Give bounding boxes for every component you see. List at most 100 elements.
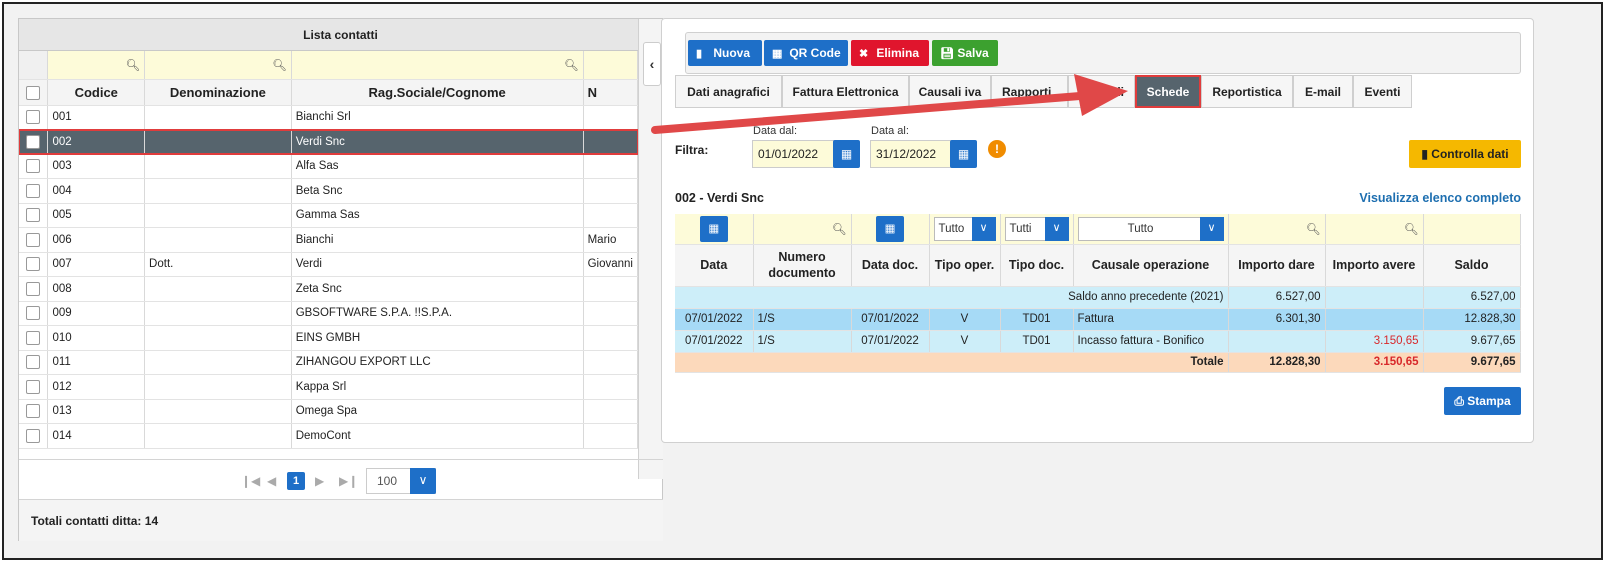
cell-numero: 1/S — [753, 330, 852, 353]
table-row[interactable]: 07/01/2022 1/S 07/01/2022 V TD01 Incasso… — [675, 330, 1521, 353]
col-header-data-doc[interactable]: Data doc. — [851, 244, 930, 287]
tab-causali-iva[interactable]: Causali iva — [909, 75, 991, 108]
last-page-icon[interactable]: ▶❙ — [339, 474, 358, 488]
col-header-numero[interactable]: Numero documento — [753, 244, 852, 287]
tab-commerciali[interactable]: rciali — [1068, 75, 1135, 108]
col-header-tipo-oper[interactable]: Tipo oper. — [929, 244, 1001, 287]
col-header-causale[interactable]: Causale operazione — [1073, 244, 1229, 287]
tab-eventi[interactable]: Eventi — [1353, 75, 1412, 108]
tab-fattura-elettronica[interactable]: Fattura Elettronica — [782, 75, 909, 108]
date-to-field[interactable]: 31/12/2022 — [870, 140, 952, 168]
filter-codice[interactable]: 🔍︎ — [47, 51, 146, 80]
table-row[interactable]: 006 Bianchi Mario — [19, 227, 638, 253]
col-header-tipo-doc[interactable]: Tipo doc. — [1000, 244, 1074, 287]
next-page-icon[interactable]: ▶ — [315, 474, 324, 488]
col-header-denominazione[interactable]: Denominazione — [144, 79, 292, 106]
select-all-checkbox[interactable] — [19, 79, 49, 106]
chevron-down-icon[interactable]: ∨ — [1199, 216, 1224, 241]
table-row[interactable]: 010 EINS GMBH — [19, 325, 638, 351]
filter-tipo-doc[interactable]: Tutti ∨ — [1000, 214, 1074, 245]
col-header-nome[interactable]: N — [583, 79, 638, 106]
row-checkbox[interactable] — [19, 325, 49, 351]
cell-dare: 6.301,30 — [1228, 308, 1326, 331]
col-header-dare[interactable]: Importo dare — [1228, 244, 1326, 287]
table-row[interactable]: 013 Omega Spa — [19, 399, 638, 424]
tab-reportistica[interactable]: Reportistica — [1201, 75, 1293, 108]
row-checkbox[interactable] — [19, 350, 49, 375]
row-checkbox[interactable] — [19, 374, 49, 400]
cell-denominazione — [144, 325, 292, 351]
cell-ragione: DemoCont — [291, 423, 584, 449]
row-checkbox[interactable] — [19, 276, 49, 302]
cell-nome — [583, 276, 638, 302]
col-header-ragione[interactable]: Rag.Sociale/Cognome — [291, 79, 584, 106]
col-header-data[interactable]: Data — [675, 244, 754, 287]
qr-code-label: QR Code — [789, 46, 841, 60]
table-row[interactable]: 014 DemoCont — [19, 423, 638, 449]
filter-avere[interactable]: 🔍︎ — [1325, 214, 1424, 245]
table-row[interactable]: 005 Gamma Sas — [19, 203, 638, 228]
salva-button[interactable]: 💾︎ Salva — [932, 40, 998, 66]
nuova-button[interactable]: ▮ Nuova — [688, 40, 762, 66]
vertical-scrollbar[interactable] — [638, 19, 663, 479]
tab-dati-anagrafici[interactable]: Dati anagrafici — [675, 75, 782, 108]
row-checkbox[interactable] — [19, 423, 49, 449]
calendar-icon[interactable]: ▦ — [876, 215, 904, 242]
qr-code-button[interactable]: ▦ QR Code — [764, 40, 848, 66]
filter-numero[interactable]: 🔍︎ — [753, 214, 852, 245]
table-row[interactable]: 007 Dott. Verdi Giovanni — [19, 252, 638, 277]
tab-rapporti[interactable]: Rapporti — [991, 75, 1068, 108]
first-page-icon[interactable]: ❙◀ — [241, 474, 260, 488]
filter-ragione[interactable]: 🔍︎ — [291, 51, 584, 80]
table-row[interactable]: 011 ZIHANGOU EXPORT LLC — [19, 350, 638, 375]
filter-data[interactable]: ▦ — [675, 214, 754, 245]
elimina-button[interactable]: ✖ Elimina — [851, 40, 929, 66]
filter-denominazione[interactable]: 🔍︎ — [144, 51, 292, 80]
totals-label: Totale — [675, 352, 1229, 373]
info-icon[interactable]: ! — [988, 140, 1006, 158]
tab-schede[interactable]: Schede — [1135, 75, 1201, 108]
filter-data-doc[interactable]: ▦ — [851, 214, 930, 245]
current-page[interactable]: 1 — [287, 472, 305, 490]
row-checkbox[interactable] — [19, 399, 49, 424]
row-checkbox[interactable] — [19, 178, 49, 204]
calendar-icon[interactable]: ▦ — [699, 215, 728, 242]
row-checkbox[interactable] — [19, 154, 49, 179]
table-row[interactable]: 003 Alfa Sas — [19, 154, 638, 179]
scheda-table: ▦ 🔍︎ ▦ Tutto ∨ Tutti ∨ Tutto ∨ 🔍︎ 🔍︎ Data N… — [675, 214, 1521, 373]
search-icon: 🔍︎ — [1305, 223, 1321, 236]
chevron-down-icon[interactable]: ∨ — [971, 216, 996, 241]
table-row[interactable]: 012 Kappa Srl — [19, 374, 638, 400]
row-checkbox[interactable] — [19, 203, 49, 228]
col-header-codice[interactable]: Codice — [47, 79, 146, 106]
filter-nome[interactable] — [583, 51, 638, 80]
col-header-saldo[interactable]: Saldo — [1423, 244, 1521, 287]
tab-email[interactable]: E-mail — [1293, 75, 1353, 108]
calendar-icon[interactable]: ▦ — [950, 140, 977, 168]
calendar-icon[interactable]: ▦ — [833, 140, 860, 168]
page-size-select[interactable]: 100 ∨ — [366, 468, 436, 494]
col-header-avere[interactable]: Importo avere — [1325, 244, 1424, 287]
row-checkbox[interactable] — [19, 227, 49, 253]
visualizza-elenco-link[interactable]: Visualizza elenco completo — [1359, 191, 1521, 205]
stampa-button[interactable]: ⎙ Stampa — [1444, 387, 1521, 415]
row-checkbox[interactable] — [19, 252, 49, 277]
filter-causale[interactable]: Tutto ∨ — [1073, 214, 1229, 245]
table-row[interactable]: 07/01/2022 1/S 07/01/2022 V TD01 Fattura… — [675, 308, 1521, 331]
chevron-down-icon[interactable]: ∨ — [410, 468, 436, 494]
collapse-panel-button[interactable]: ‹ — [643, 42, 661, 86]
table-row[interactable]: 001 Bianchi Srl — [19, 105, 638, 130]
date-from-field[interactable]: 01/01/2022 — [752, 140, 836, 168]
table-row[interactable]: 008 Zeta Snc — [19, 276, 638, 302]
row-checkbox[interactable] — [19, 105, 49, 130]
controlla-dati-button[interactable]: ▮ Controlla dati — [1409, 140, 1521, 168]
filter-tipo-oper[interactable]: Tutto ∨ — [929, 214, 1001, 245]
row-checkbox[interactable] — [19, 301, 49, 326]
filter-dare[interactable]: 🔍︎ — [1228, 214, 1326, 245]
chevron-down-icon[interactable]: ∨ — [1044, 216, 1069, 241]
table-row[interactable]: 009 GBSOFTWARE S.P.A. !!S.P.A. — [19, 301, 638, 326]
row-checkbox[interactable] — [19, 129, 49, 155]
table-row[interactable]: 004 Beta Snc — [19, 178, 638, 204]
table-row[interactable]: 002 Verdi Snc — [19, 128, 638, 155]
prev-page-icon[interactable]: ◀ — [267, 474, 276, 488]
